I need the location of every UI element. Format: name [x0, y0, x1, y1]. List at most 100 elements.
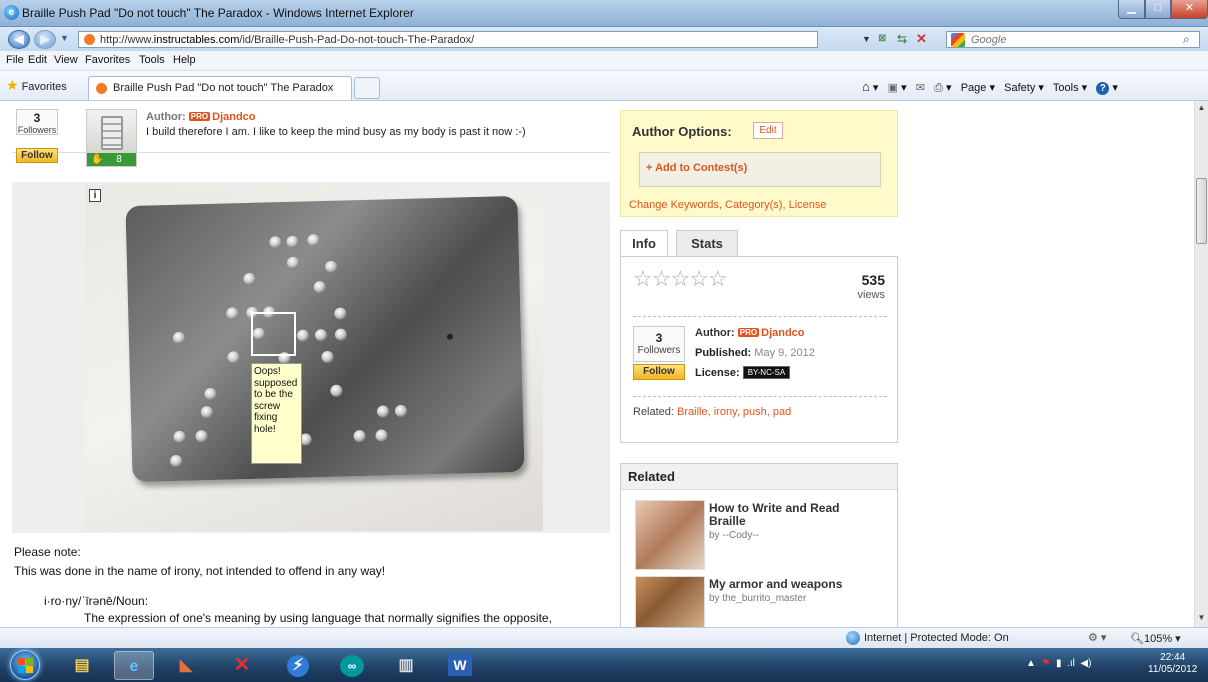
refresh-icon[interactable]: ⇆ — [897, 32, 907, 46]
status-bar: Internet | Protected Mode: On ⚙ ▾ 🔍︎105%… — [0, 627, 1208, 648]
back-button[interactable]: ◀ — [8, 30, 30, 49]
related-title-link[interactable]: How to Write and Read Braille — [709, 502, 869, 528]
google-logo-icon — [951, 33, 965, 47]
address-url[interactable]: http://www.instructables.com/id/Braille-… — [100, 34, 474, 46]
follow-button[interactable]: Follow — [16, 148, 58, 163]
paint-app-icon[interactable]: ◣ — [166, 651, 206, 680]
screw-hole — [446, 333, 454, 340]
print-icon[interactable]: ⎙ — [934, 82, 943, 94]
start-button[interactable] — [10, 650, 40, 680]
follow-button[interactable]: Follow — [633, 364, 685, 380]
command-bar: ⌂ ▾ ▣ ▾ ✉ ⎙ ▾ Page ▾ Safety ▾ Tools ▾ ? … — [862, 79, 1118, 95]
x-app-icon[interactable]: ✕ — [222, 651, 262, 680]
maximize-button[interactable]: □ — [1145, 0, 1171, 19]
search-placeholder: Google — [971, 34, 1007, 46]
star-icon[interactable]: ☆ — [633, 266, 653, 291]
menu-help[interactable]: Help — [173, 54, 196, 66]
page-content: 3 Followers Follow ✋ 8 Author: PRO Djandc… — [0, 101, 1194, 627]
main-photo[interactable]: i Oops! supposed to be the screw fixing … — [85, 185, 543, 531]
tools-menu[interactable]: Tools ▾ — [1053, 82, 1087, 94]
mail-icon[interactable]: ✉ — [916, 82, 925, 94]
internet-explorer-icon[interactable]: e — [114, 651, 154, 680]
related-title-link[interactable]: My armor and weapons — [709, 578, 889, 591]
address-bar[interactable]: http://www.instructables.com/id/Braille-… — [78, 31, 871, 48]
close-button[interactable]: ✕ — [1171, 0, 1208, 19]
edit-button[interactable]: Edit — [753, 122, 783, 139]
menu-file[interactable]: File — [6, 54, 24, 66]
clock-time: 22:44 — [1160, 652, 1186, 663]
explorer-icon[interactable]: ▤ — [62, 651, 102, 680]
page-menu[interactable]: Page ▾ — [961, 82, 995, 94]
author-line: Author: PRO Djandco — [146, 111, 256, 123]
info-icon[interactable]: i — [89, 189, 101, 202]
related-thumbnail[interactable] — [635, 500, 705, 570]
help-icon[interactable]: ? — [1096, 82, 1110, 95]
search-icon[interactable]: ⌕ — [1183, 32, 1190, 47]
stop-icon[interactable]: ✕ — [916, 31, 927, 47]
word-icon[interactable]: W — [440, 651, 480, 680]
menu-tools[interactable]: Tools — [139, 54, 165, 66]
minimize-button[interactable]: ▁ — [1118, 0, 1145, 19]
compatibility-icon[interactable]: ⊠ — [878, 33, 886, 44]
author-name-link[interactable]: Djandco — [761, 327, 804, 339]
forward-button[interactable]: ▶ — [34, 30, 56, 49]
browser-tab[interactable]: Braille Push Pad "Do not touch" The Para… — [88, 76, 352, 100]
document-app-icon[interactable]: ▥ — [386, 651, 426, 680]
menu-favorites[interactable]: Favorites — [85, 54, 130, 66]
favorites-label: Favorites — [21, 81, 67, 93]
body-line: This was done in the name of irony, not … — [14, 564, 386, 578]
pro-badge: PRO — [737, 328, 760, 337]
related-author[interactable]: by --Cody-- — [709, 530, 759, 541]
tab-info[interactable]: Info — [620, 230, 668, 257]
license-badge-icon[interactable]: BY-NC-SA — [742, 366, 791, 379]
system-tray[interactable]: ▲ ⚑ ▮ .ıl ◀) — [1026, 658, 1091, 669]
arduino-icon[interactable]: ∞ — [332, 651, 372, 680]
safety-menu[interactable]: Safety ▾ — [1004, 82, 1044, 94]
scroll-down-icon[interactable]: ▼ — [1196, 613, 1207, 625]
image-note-box[interactable] — [251, 312, 296, 356]
protected-mode-icon[interactable]: ⚙ ▾ — [1088, 631, 1106, 644]
related-tags: Related: Braille, irony, push, pad — [633, 406, 792, 418]
rating-stars[interactable]: ☆☆☆☆☆ — [633, 266, 728, 292]
menu-view[interactable]: View — [54, 54, 78, 66]
star-icon[interactable]: ☆ — [708, 266, 728, 291]
search-box[interactable]: Google ⌕ — [946, 31, 1200, 48]
scroll-up-icon[interactable]: ▲ — [1196, 103, 1207, 115]
avatar-figure — [101, 116, 123, 150]
home-icon[interactable]: ⌂ — [862, 79, 870, 94]
author-name-link[interactable]: Djandco — [212, 111, 255, 123]
avatar-badge: ✋ 8 — [87, 153, 136, 166]
related-author[interactable]: by the_burrito_master — [709, 593, 806, 604]
menu-bar: File Edit View Favorites Tools Help — [0, 51, 1208, 71]
star-icon[interactable]: ☆ — [670, 266, 690, 291]
info-license: License: BY-NC-SA — [695, 366, 791, 379]
scrollbar-thumb[interactable] — [1196, 178, 1207, 244]
new-tab-button[interactable] — [354, 77, 380, 99]
star-icon[interactable]: ☆ — [689, 266, 709, 291]
tab-stats[interactable]: Stats — [676, 230, 738, 257]
favorites-button[interactable]: ★ Favorites — [6, 77, 67, 94]
menu-edit[interactable]: Edit — [28, 54, 47, 66]
photo-area: i Oops! supposed to be the screw fixing … — [12, 182, 610, 533]
author-options-panel: Author Options: Edit + Add to Contest(s)… — [620, 110, 898, 217]
star-icon[interactable]: ☆ — [652, 266, 672, 291]
add-to-contest-button[interactable]: + Add to Contest(s) — [639, 152, 881, 187]
address-dropdown-icon[interactable]: ▼ — [862, 34, 871, 44]
followers-number: 3 — [33, 111, 41, 125]
change-keywords-link[interactable]: Change Keywords, Category(s), License — [629, 199, 826, 211]
info-tabs: Info Stats — [620, 230, 898, 257]
title-bar: e Braille Push Pad "Do not touch" The Pa… — [0, 0, 1208, 27]
feeds-icon[interactable]: ▣ — [888, 82, 898, 94]
bolt-app-icon[interactable]: ⚡︎ — [278, 651, 318, 680]
history-dropdown-icon[interactable]: ▼ — [60, 33, 69, 43]
zoom-level[interactable]: 🔍︎105% ▾ — [1130, 632, 1181, 645]
tag-links[interactable]: Braille, irony, push, pad — [677, 406, 791, 418]
clock[interactable]: 22:44 11/05/2012 — [1148, 652, 1197, 676]
author-bio: I build therefore I am. I like to keep t… — [146, 126, 526, 138]
related-panel: Related How to Write and Read Braille by… — [620, 463, 898, 627]
body-line: Please note: — [14, 545, 81, 559]
author-avatar[interactable]: ✋ 8 — [86, 109, 137, 167]
related-thumbnail[interactable] — [635, 576, 705, 627]
tab-favicon-icon — [96, 83, 107, 94]
security-zone[interactable]: Internet | Protected Mode: On — [864, 632, 1009, 644]
